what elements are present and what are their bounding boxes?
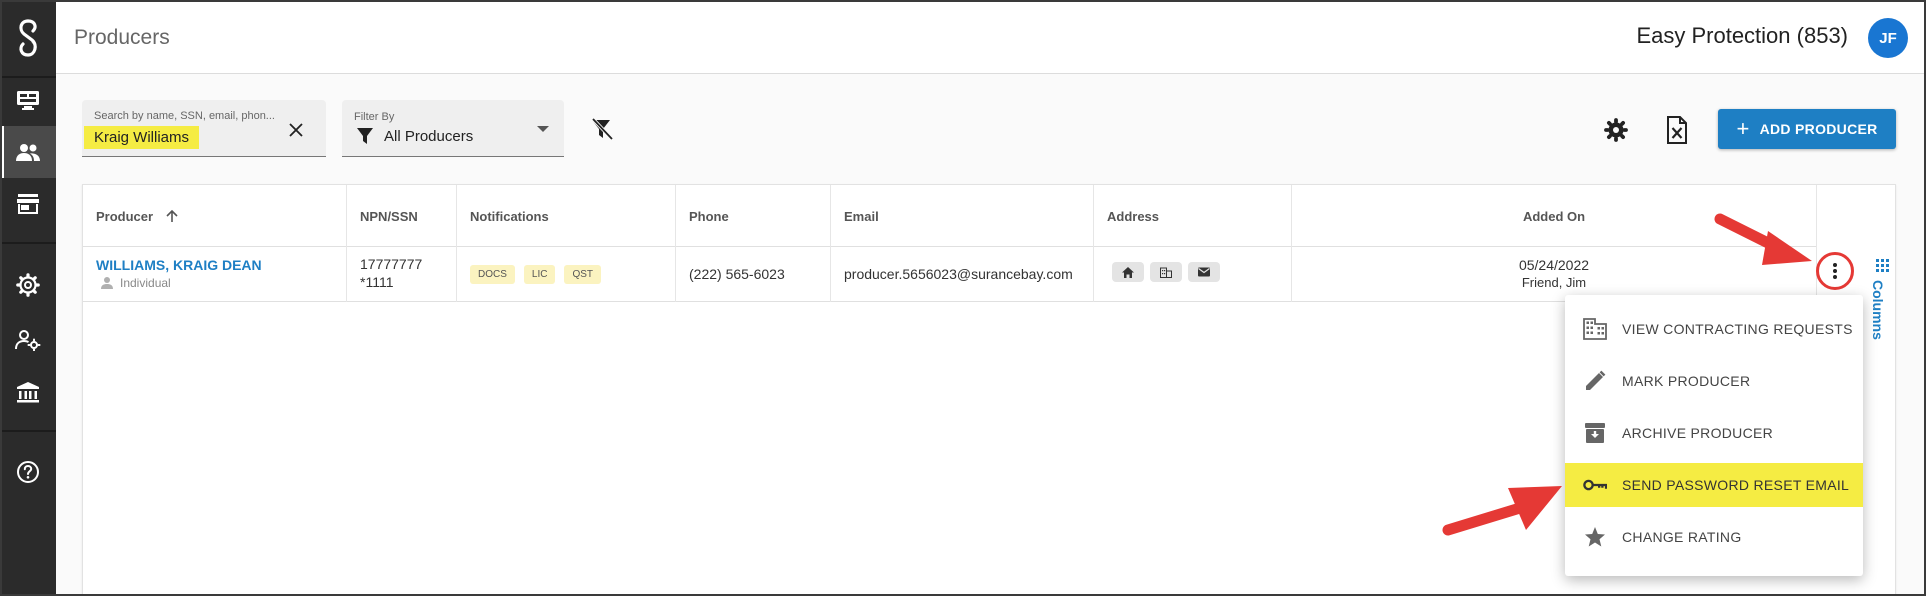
row-actions-button[interactable] (1816, 252, 1854, 290)
added-date: 05/24/2022 (1518, 257, 1590, 273)
column-header-producer[interactable]: Producer (83, 185, 347, 247)
more-vertical-icon (1833, 263, 1837, 279)
gear-icon[interactable] (1604, 118, 1628, 142)
star-icon (1583, 525, 1607, 549)
excel-export-icon[interactable] (1666, 116, 1688, 144)
monitor-icon (17, 91, 39, 110)
pencil-icon (1583, 369, 1607, 393)
avatar[interactable]: JF (1868, 18, 1908, 58)
badge-qst[interactable]: QST (564, 265, 602, 284)
badge-lic[interactable]: LIC (523, 265, 556, 284)
help-icon (17, 461, 39, 483)
store-icon (17, 194, 39, 214)
producer-name-link[interactable]: WILLIAMS, KRAIG DEAN (96, 257, 262, 273)
page-title: Producers (74, 26, 170, 49)
producer-type: Individual (100, 276, 171, 290)
key-icon (1583, 473, 1607, 497)
row-actions-menu: VIEW CONTRACTING REQUESTS MARK PRODUCER … (1565, 295, 1863, 576)
sort-arrow-up-icon[interactable] (165, 209, 179, 223)
sidebar (0, 0, 56, 596)
menu-item-label: VIEW CONTRACTING REQUESTS (1622, 321, 1853, 337)
chevron-down-icon (537, 126, 549, 132)
grid-icon (1876, 259, 1889, 272)
sidebar-item-user-settings[interactable] (0, 314, 56, 366)
filter-label: Filter By (354, 111, 395, 123)
archive-icon (1583, 421, 1607, 445)
menu-item-label: MARK PRODUCER (1622, 373, 1751, 389)
close-icon[interactable] (286, 120, 306, 140)
columns-label: Columns (1870, 280, 1886, 340)
app-logo-icon[interactable] (0, 10, 56, 66)
search-input[interactable]: Search by name, SSN, email, phon... Krai… (82, 100, 326, 157)
phone-value: (222) 565-6023 (689, 266, 785, 282)
bank-icon (17, 382, 39, 403)
building-icon (1583, 317, 1607, 341)
menu-item-label: CHANGE RATING (1622, 529, 1742, 545)
menu-item-change-rating[interactable]: CHANGE RATING (1565, 515, 1863, 559)
producer-type-label: Individual (120, 276, 171, 290)
email-cell: producer.5656023@surancebay.com (831, 247, 1094, 302)
sidebar-item-settings[interactable] (0, 259, 56, 311)
address-cell (1094, 247, 1292, 302)
producer-cell: WILLIAMS, KRAIG DEAN Individual (83, 247, 347, 302)
clear-filter-icon[interactable] (590, 118, 614, 140)
sidebar-item-help[interactable] (0, 446, 56, 498)
user-gear-icon (15, 330, 41, 351)
npn-cell: 17777777 *1111 (347, 247, 457, 302)
add-producer-button[interactable]: + ADD PRODUCER (1718, 109, 1896, 149)
filter-value: All Producers (384, 128, 474, 145)
add-producer-label: ADD PRODUCER (1759, 121, 1878, 137)
column-header-npn[interactable]: NPN/SSN (347, 185, 457, 247)
column-header-phone[interactable]: Phone (676, 185, 831, 247)
npn-value: 17777777 (360, 256, 423, 272)
column-header-email[interactable]: Email (831, 185, 1094, 247)
sidebar-item-store[interactable] (0, 178, 56, 230)
menu-item-mark-producer[interactable]: MARK PRODUCER (1565, 359, 1863, 403)
added-by: Friend, Jim (1521, 275, 1587, 290)
column-header-notifications[interactable]: Notifications (457, 185, 676, 247)
badge-docs[interactable]: DOCS (470, 265, 515, 284)
sidebar-item-producers[interactable] (0, 126, 56, 178)
sidebar-item-institution[interactable] (0, 366, 56, 418)
notifications-cell: DOCS LIC QST (457, 247, 676, 302)
filter-select[interactable]: Filter By All Producers (342, 100, 564, 157)
plus-icon: + (1736, 116, 1750, 141)
menu-item-send-password-reset-email[interactable]: SEND PASSWORD RESET EMAIL (1565, 463, 1863, 507)
column-header-address[interactable]: Address (1094, 185, 1292, 247)
added-on-cell: 05/24/2022 Friend, Jim (1292, 247, 1817, 302)
column-header-label: Producer (96, 208, 154, 224)
top-header: Producers Easy Protection (853) JF (56, 0, 1926, 74)
ssn-value: *1111 (360, 274, 394, 290)
search-value[interactable]: Kraig Williams (84, 126, 200, 149)
funnel-icon (357, 128, 373, 144)
person-icon (101, 277, 113, 289)
people-icon (16, 144, 40, 161)
menu-item-label: SEND PASSWORD RESET EMAIL (1622, 477, 1850, 493)
mail-icon[interactable] (1188, 262, 1220, 282)
gear-icon (16, 273, 40, 297)
sidebar-item-dashboard[interactable] (0, 74, 56, 126)
email-value: producer.5656023@surancebay.com (844, 266, 1073, 282)
phone-cell: (222) 565-6023 (676, 247, 831, 302)
agency-name: Easy Protection (853) (1636, 23, 1848, 48)
menu-item-label: ARCHIVE PRODUCER (1622, 425, 1774, 441)
business-icon[interactable] (1150, 262, 1182, 282)
home-icon[interactable] (1112, 262, 1144, 282)
table-header-row: Producer NPN/SSN Notifications Phone Ema… (83, 185, 1817, 247)
search-label: Search by name, SSN, email, phon... (94, 110, 275, 122)
menu-item-archive-producer[interactable]: ARCHIVE PRODUCER (1565, 411, 1863, 455)
column-header-added-on[interactable]: Added On (1292, 185, 1817, 247)
table-row: WILLIAMS, KRAIG DEAN Individual 17777777… (83, 247, 1817, 302)
menu-item-view-contracting-requests[interactable]: VIEW CONTRACTING REQUESTS (1565, 307, 1863, 351)
columns-toggle[interactable]: Columns (1870, 258, 1896, 348)
